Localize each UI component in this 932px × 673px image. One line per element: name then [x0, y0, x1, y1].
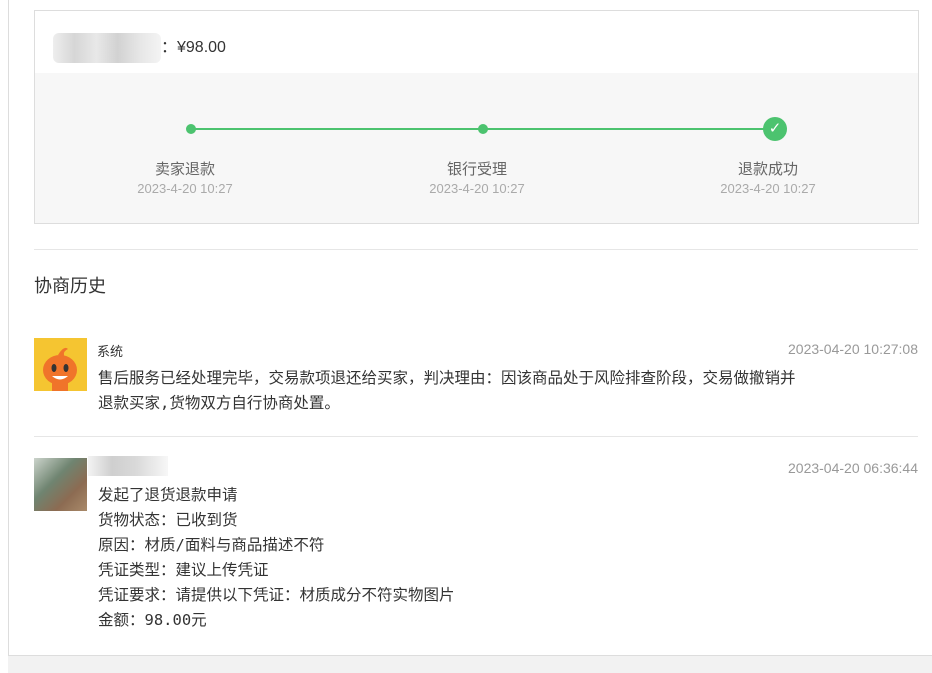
blurred-username	[88, 456, 168, 476]
entry-time: 2023-04-20 10:27:08	[788, 341, 918, 357]
system-avatar	[34, 338, 87, 391]
blurred-label	[53, 33, 161, 63]
step-label: 银行受理	[397, 158, 557, 179]
refund-amount: ：¥98.00	[53, 33, 226, 63]
buyer-avatar-blurred	[34, 458, 87, 511]
step-seller-refund: 卖家退款 2023-4-20 10:27	[105, 158, 265, 196]
message-line: 发起了退货退款申请	[98, 483, 913, 508]
divider	[34, 436, 918, 437]
message-line: 凭证类型：建议上传凭证	[98, 558, 913, 583]
step-label: 卖家退款	[105, 158, 265, 179]
step-label: 退款成功	[688, 158, 848, 179]
entry-message: 售后服务已经处理完毕，交易款项退还给买家，判决理由：因该商品处于风险排查阶段，交…	[98, 366, 913, 416]
step-refund-success: 退款成功 2023-4-20 10:27	[688, 158, 848, 196]
step-time: 2023-4-20 10:27	[688, 181, 848, 196]
step-time: 2023-4-20 10:27	[397, 181, 557, 196]
amount-text: ：¥98.00	[161, 39, 226, 56]
message-line: 金额：98.00元	[98, 608, 913, 633]
entry-time: 2023-04-20 06:36:44	[788, 460, 918, 476]
author-name: 系统	[97, 341, 123, 360]
footer-bar	[8, 656, 932, 673]
message-line: 售后服务已经处理完毕，交易款项退还给买家，判决理由：因该商品处于风险排查阶段，交…	[98, 366, 913, 391]
step-dot	[186, 124, 196, 134]
step-dot	[478, 124, 488, 134]
step-bank-accepted: 银行受理 2023-4-20 10:27	[397, 158, 557, 196]
message-line: 凭证要求：请提供以下凭证：材质成分不符实物图片	[98, 583, 913, 608]
message-line: 货物状态：已收到货	[98, 508, 913, 533]
mascot-icon	[34, 338, 87, 391]
check-icon: ✓	[763, 117, 787, 141]
refund-status-panel: ：¥98.00 ✓ 卖家退款 2023-4-20 10:27 银行受理 2023-4…	[34, 10, 919, 224]
message-line: 原因：材质/面料与商品描述不符	[98, 533, 913, 558]
refund-progress: ✓ 卖家退款 2023-4-20 10:27 银行受理 2023-4-20 10:2…	[35, 73, 918, 223]
history-title: 协商历史	[34, 272, 106, 298]
divider	[34, 249, 918, 250]
step-time: 2023-4-20 10:27	[105, 181, 265, 196]
entry-message: 发起了退货退款申请 货物状态：已收到货 原因：材质/面料与商品描述不符 凭证类型…	[98, 483, 913, 633]
message-line: 退款买家,货物双方自行协商处置。	[98, 391, 913, 416]
